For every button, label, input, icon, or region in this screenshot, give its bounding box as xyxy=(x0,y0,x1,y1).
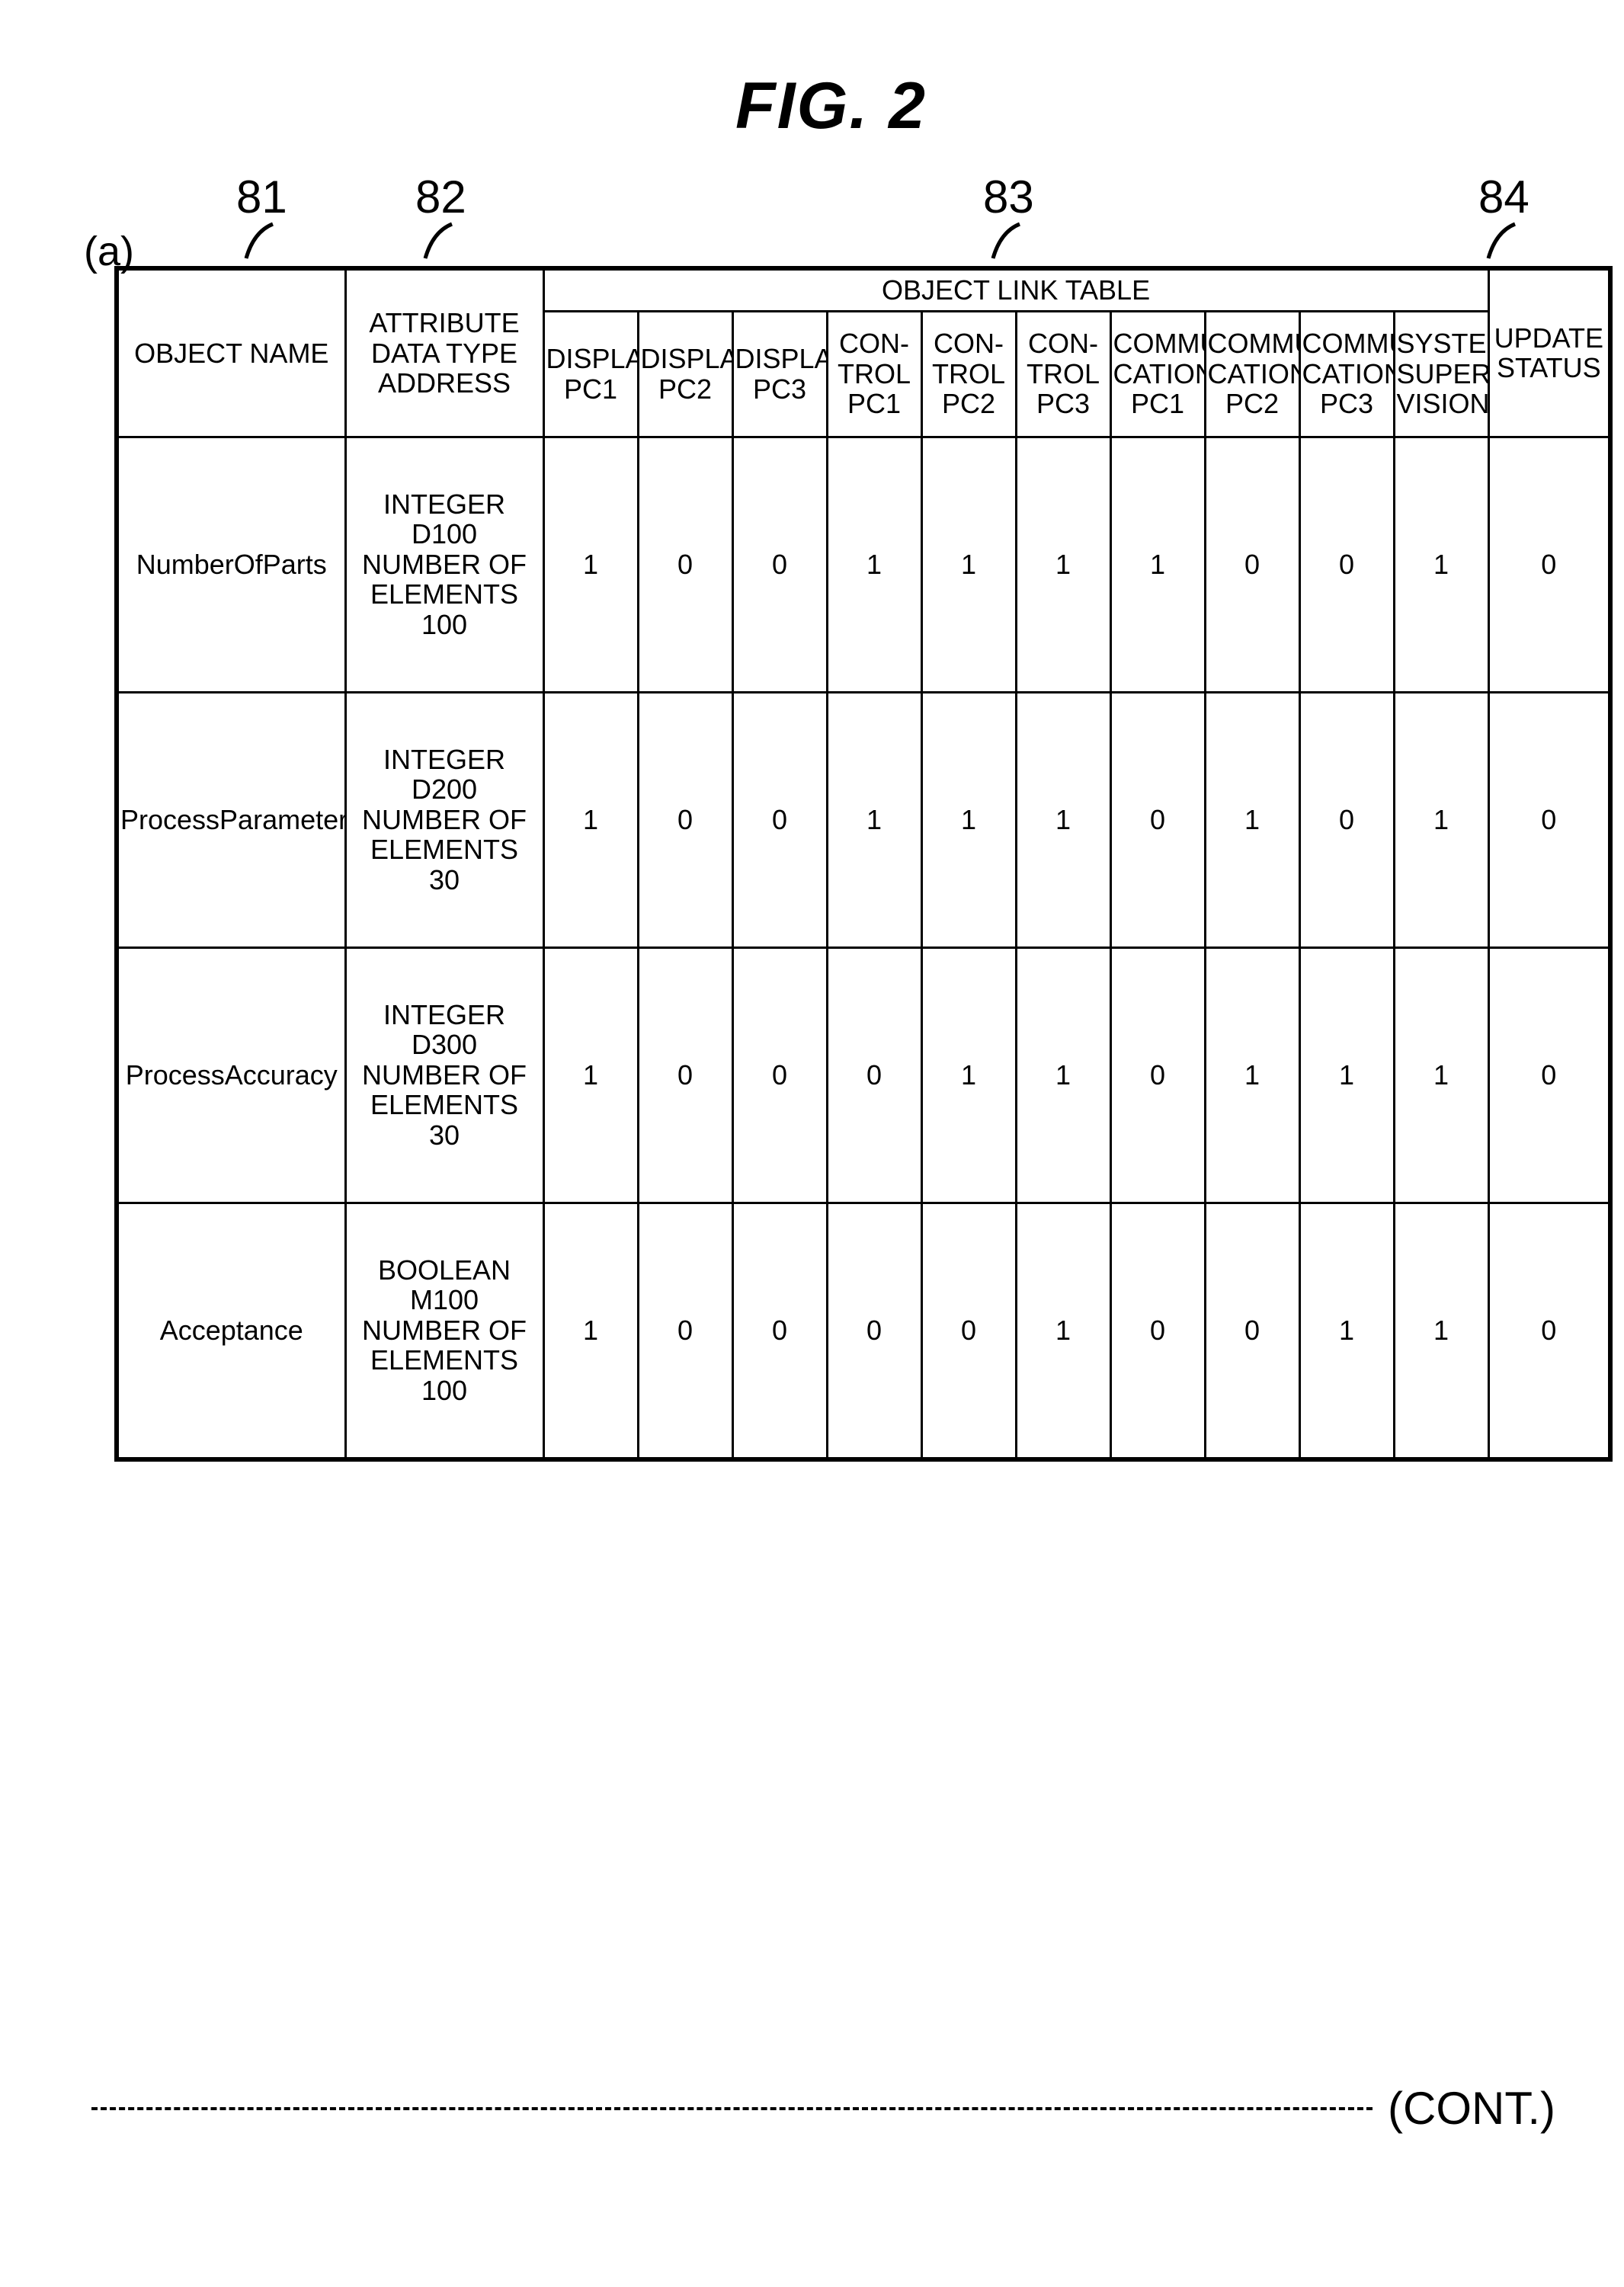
link-cell: 0 xyxy=(921,1203,1016,1459)
attribute-cell: BOOLEANM100NUMBER OFELEMENTS100 xyxy=(345,1203,543,1459)
header-link-9: SYSTEMSUPER-VISION xyxy=(1394,311,1488,437)
link-cell: 0 xyxy=(732,947,827,1203)
header-link-8: COMMUNI-CATIONPC3 xyxy=(1299,311,1394,437)
link-cell: 1 xyxy=(543,947,638,1203)
header-link-3: CON-TROLPC1 xyxy=(827,311,921,437)
callout-84-text: 84 xyxy=(1478,175,1530,220)
dash-line xyxy=(91,2107,1373,2110)
object-name-cell: ProcessAccuracy xyxy=(117,947,345,1203)
link-cell: 1 xyxy=(543,437,638,692)
object-name-cell: ProcessParameter xyxy=(117,692,345,947)
link-cell: 0 xyxy=(1299,692,1394,947)
link-cell: 1 xyxy=(921,947,1016,1203)
link-cell: 1 xyxy=(921,437,1016,692)
attribute-cell: INTEGERD100NUMBER OFELEMENTS100 xyxy=(345,437,543,692)
link-cell: 0 xyxy=(1110,947,1205,1203)
header-link-4: CON-TROLPC2 xyxy=(921,311,1016,437)
object-table: OBJECT NAME ATTRIBUTEDATA TYPEADDRESS OB… xyxy=(114,266,1613,1462)
link-cell: 1 xyxy=(1394,437,1488,692)
header-object-link-table: OBJECT LINK TABLE xyxy=(543,268,1488,311)
link-cell: 1 xyxy=(1394,947,1488,1203)
link-cell: 1 xyxy=(827,437,921,692)
link-cell: 1 xyxy=(1394,692,1488,947)
link-cell: 1 xyxy=(1016,1203,1110,1459)
callout-82-text: 82 xyxy=(415,175,466,220)
callout-row: (a) 81 82 83 84 xyxy=(84,175,1548,266)
link-cell: 0 xyxy=(732,1203,827,1459)
object-name-cell: NumberOfParts xyxy=(117,437,345,692)
link-cell: 0 xyxy=(1205,1203,1299,1459)
link-cell: 0 xyxy=(638,437,732,692)
header-link-0: DISPLAYPC1 xyxy=(543,311,638,437)
callout-83: 83 xyxy=(983,175,1034,262)
header-link-1: DISPLAYPC2 xyxy=(638,311,732,437)
link-cell: 0 xyxy=(732,437,827,692)
header-link-2: DISPLAYPC3 xyxy=(732,311,827,437)
link-cell: 1 xyxy=(1394,1203,1488,1459)
link-cell: 1 xyxy=(543,692,638,947)
update-status-cell: 0 xyxy=(1488,947,1610,1203)
header-update-status: UPDATESTATUS xyxy=(1488,268,1610,437)
callout-81-text: 81 xyxy=(236,175,287,220)
callout-81: 81 xyxy=(236,175,287,262)
table-row: ProcessParameterINTEGERD200NUMBER OFELEM… xyxy=(117,692,1610,947)
link-cell: 1 xyxy=(1299,947,1394,1203)
table-row: ProcessAccuracyINTEGERD300NUMBER OFELEME… xyxy=(117,947,1610,1203)
table-body: NumberOfPartsINTEGERD100NUMBER OFELEMENT… xyxy=(117,437,1610,1459)
link-cell: 1 xyxy=(1110,437,1205,692)
header-link-7: COMMUNI-CATIONPC2 xyxy=(1205,311,1299,437)
table-row: AcceptanceBOOLEANM100NUMBER OFELEMENTS10… xyxy=(117,1203,1610,1459)
link-cell: 0 xyxy=(827,947,921,1203)
attribute-cell: INTEGERD300NUMBER OFELEMENTS30 xyxy=(345,947,543,1203)
link-cell: 0 xyxy=(1205,437,1299,692)
link-cell: 1 xyxy=(1299,1203,1394,1459)
link-cell: 1 xyxy=(1016,692,1110,947)
link-cell: 0 xyxy=(638,692,732,947)
link-cell: 0 xyxy=(827,1203,921,1459)
subfigure-label: (a) xyxy=(84,228,134,275)
link-cell: 1 xyxy=(1016,947,1110,1203)
callout-82: 82 xyxy=(415,175,466,262)
link-cell: 1 xyxy=(921,692,1016,947)
link-cell: 0 xyxy=(1299,437,1394,692)
link-cell: 1 xyxy=(827,692,921,947)
link-cell: 0 xyxy=(638,947,732,1203)
update-status-cell: 0 xyxy=(1488,692,1610,947)
link-cell: 1 xyxy=(1016,437,1110,692)
figure-title: FIG. 2 xyxy=(114,69,1548,144)
callout-84: 84 xyxy=(1478,175,1530,262)
continuation-text: (CONT.) xyxy=(1388,2082,1555,2135)
link-cell: 1 xyxy=(1205,947,1299,1203)
link-cell: 1 xyxy=(543,1203,638,1459)
callout-83-text: 83 xyxy=(983,175,1034,220)
link-cell: 0 xyxy=(1110,1203,1205,1459)
update-status-cell: 0 xyxy=(1488,1203,1610,1459)
header-link-6: COMMUNI-CATIONPC1 xyxy=(1110,311,1205,437)
header-attribute: ATTRIBUTEDATA TYPEADDRESS xyxy=(345,268,543,437)
update-status-cell: 0 xyxy=(1488,437,1610,692)
link-cell: 0 xyxy=(1110,692,1205,947)
header-link-5: CON-TROLPC3 xyxy=(1016,311,1110,437)
header-object-name: OBJECT NAME xyxy=(117,268,345,437)
link-cell: 1 xyxy=(1205,692,1299,947)
table-row: NumberOfPartsINTEGERD100NUMBER OFELEMENT… xyxy=(117,437,1610,692)
link-cell: 0 xyxy=(638,1203,732,1459)
object-name-cell: Acceptance xyxy=(117,1203,345,1459)
continuation-block: (CONT.) xyxy=(91,2082,1555,2135)
attribute-cell: INTEGERD200NUMBER OFELEMENTS30 xyxy=(345,692,543,947)
link-cell: 0 xyxy=(732,692,827,947)
